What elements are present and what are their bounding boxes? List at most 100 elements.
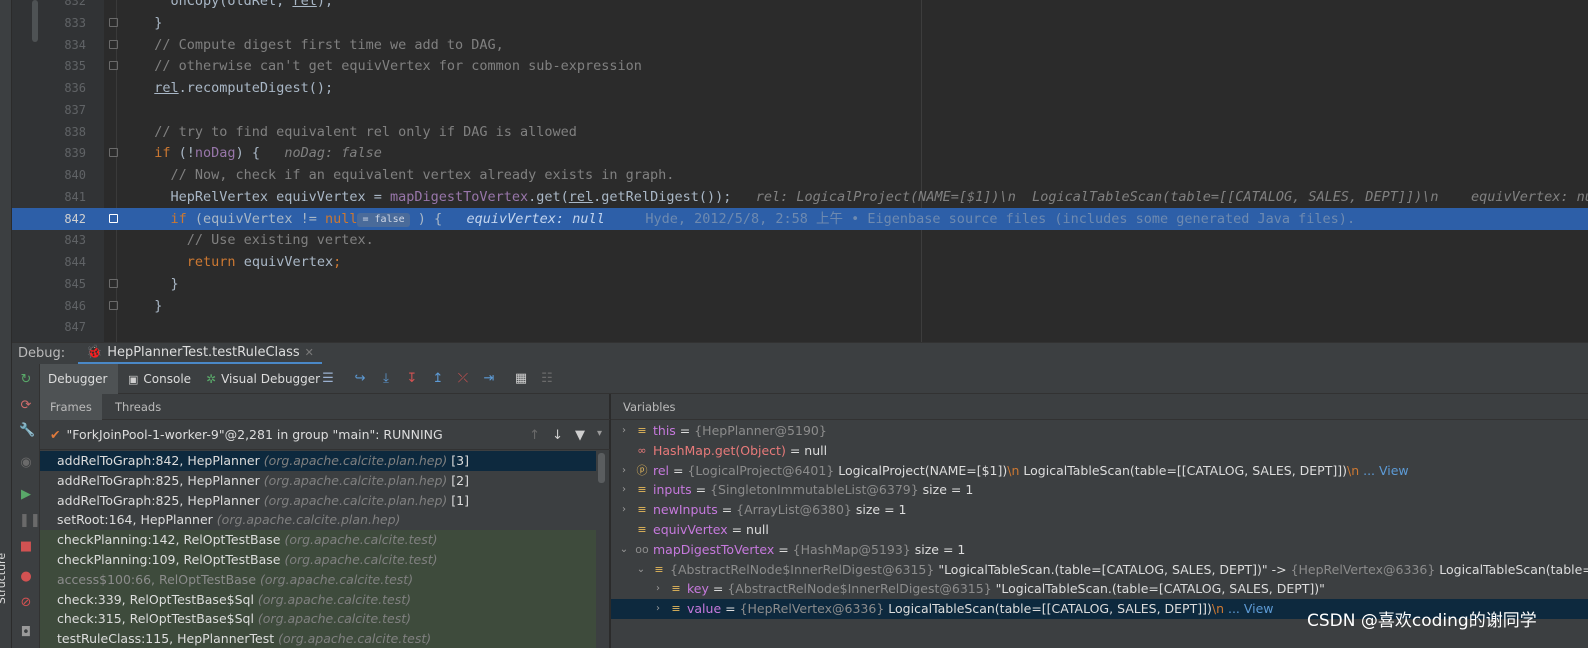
view-link[interactable]: ... View [1359, 463, 1409, 478]
fold-marker-icon[interactable] [109, 148, 118, 158]
stack-frame-row[interactable]: check:315, RelOptTestBase$Sql (org.apach… [40, 609, 596, 630]
line-number: 839 [64, 146, 86, 161]
expand-open-icon[interactable]: ⌄ [619, 540, 629, 560]
stop-icon[interactable]: ■ [19, 540, 33, 554]
stack-frame-row[interactable]: addRelToGraph:825, HepPlanner (org.apach… [40, 471, 596, 491]
line-number: 844 [64, 255, 86, 269]
line-number: 834 [64, 37, 86, 52]
stack-frame-row[interactable]: setRoot:164, HepPlanner (org.apache.calc… [40, 510, 596, 530]
expand-icon[interactable]: › [619, 461, 629, 481]
view-breakpoints-icon[interactable]: ● [19, 570, 33, 584]
variable-row[interactable]: ⌄ oo mapDigestToVertex = {HashMap@5193} si… [611, 540, 1588, 560]
rerun-failed-icon[interactable]: ⟳ [19, 399, 33, 413]
stack-frame-row[interactable]: checkPlanning:109, RelOptTestBase (org.a… [40, 549, 596, 570]
camera-icon[interactable]: ◘ [19, 626, 33, 640]
show-execution-point-icon[interactable]: ↪ [353, 372, 367, 386]
expand-icon[interactable]: › [653, 599, 663, 619]
step-into-icon[interactable]: ↧ [405, 372, 419, 386]
variable-row[interactable]: › ≡ inputs = {SingletonImmutableList@6379}… [611, 480, 1588, 500]
stack-frame-row[interactable]: testRuleClass:115, HepPlannerTest (org.a… [40, 629, 596, 648]
tab-visual-debugger[interactable]: ✲ Visual Debugger [198, 364, 328, 394]
stack-frame-row[interactable]: access$100:66, RelOptTestBase (org.apach… [40, 569, 596, 590]
wrench-icon[interactable]: 🔧 [19, 424, 35, 438]
code-token: return [186, 254, 236, 270]
fold-marker-icon[interactable] [109, 300, 118, 310]
variable-equals: = [717, 502, 737, 518]
fold-marker-icon[interactable] [109, 61, 118, 71]
code-token: noDag [194, 145, 236, 162]
tab-threads[interactable]: Threads [105, 394, 171, 420]
expand-icon[interactable]: › [619, 500, 629, 520]
code-line: 840 // Now, check if an equivalent verte… [12, 164, 1588, 186]
frames-scrollbar[interactable] [598, 453, 605, 483]
variable-type: {HepPlanner@5190} [694, 423, 827, 438]
variable-row[interactable]: › ⓟ rel = {LogicalProject@6401} LogicalPro… [611, 461, 1588, 481]
expand-icon[interactable]: › [619, 480, 629, 500]
chevron-down-icon[interactable]: ▾ [597, 428, 602, 443]
view-link[interactable]: ... View [1224, 601, 1274, 616]
variable-value: LogicalTableScan(table=[[CATALOG, SALES,… [1019, 462, 1347, 478]
debug-session-tab[interactable]: 🐞 HepPlannerTest.testRuleClass ✕ [78, 343, 322, 365]
close-icon[interactable]: ✕ [305, 346, 314, 359]
code-token: (! [170, 145, 195, 162]
variable-equals: = [691, 482, 711, 498]
tab-console-label: Console [143, 372, 192, 386]
code-text: // otherwise can't get equivVertex for c… [138, 55, 642, 77]
code-token: } [138, 14, 163, 31]
variable-text: inputs = {SingletonImmutableList@6379} s… [653, 480, 973, 500]
stack-frame-row[interactable]: check:339, RelOptTestBase$Sql (org.apach… [40, 589, 596, 610]
structure-tab[interactable]: Structure [0, 553, 8, 604]
fold-marker-icon[interactable] [109, 17, 118, 27]
resume-icon[interactable]: ▶ [19, 488, 33, 502]
tab-debugger[interactable]: Debugger [40, 364, 118, 394]
stack-frame-row[interactable]: checkPlanning:142, RelOptTestBase (org.a… [40, 530, 596, 550]
variable-row[interactable]: › ≡ key = {AbstractRelNode$InnerRelDigest@… [611, 579, 1588, 599]
watermark: CSDN @喜欢coding的谢同学 [1307, 611, 1537, 631]
thread-selector[interactable]: ✔ "ForkJoinPool-1-worker-9"@2,281 in gro… [40, 420, 610, 450]
filter-icon[interactable]: ▼ [575, 428, 585, 443]
rerun-icon[interactable]: ↻ [19, 373, 33, 387]
arrow-up-icon[interactable]: ↑ [529, 428, 540, 443]
stack-frame-row[interactable]: addRelToGraph:842, HepPlanner (org.apach… [40, 451, 596, 471]
expand-icon[interactable]: › [653, 579, 663, 599]
code-editor[interactable]: 832 onCopy(oldRel, rel); 833 } 834 // Comp… [12, 0, 1588, 342]
trace-icon[interactable]: ☷ [540, 372, 554, 386]
parameter-icon: ⓟ [636, 463, 648, 477]
expand-open-icon[interactable]: ⌄ [636, 560, 646, 580]
variable-equals: = [785, 442, 805, 458]
variable-name: inputs [653, 482, 692, 498]
variable-type: {ArrayList@6380} [736, 502, 852, 518]
fold-marker-icon[interactable] [109, 213, 118, 223]
pause-icon[interactable]: ❚❚ [19, 514, 41, 528]
evaluate-expression-icon[interactable]: ▦ [514, 372, 528, 386]
frame-package: (org.apache.calcite.plan.hep) [263, 492, 448, 508]
variable-row[interactable]: › ≡ this = {HepPlanner@5190} [611, 421, 1588, 441]
run-to-cursor-icon[interactable]: ⇥ [482, 372, 496, 386]
line-number: 845 [64, 276, 86, 291]
mute-breakpoints-icon[interactable]: ⊘ [19, 596, 33, 610]
variable-row[interactable]: ≡ equivVertex = null [611, 520, 1588, 540]
fold-marker-icon[interactable] [109, 278, 118, 288]
step-over-icon[interactable]: ⤓ [379, 372, 393, 386]
eye-icon[interactable]: ◉ [19, 456, 33, 470]
code-line: 841 HepRelVertex equivVertex = mapDigest… [12, 186, 1588, 208]
variable-row[interactable]: ⌄ ≡ {AbstractRelNode$InnerRelDigest@6315} … [611, 560, 1588, 580]
layout-menu-icon[interactable]: ☰ [321, 372, 335, 386]
arrow-down-icon[interactable]: ↓ [552, 428, 563, 443]
tab-console[interactable]: ▣ Console [120, 364, 199, 394]
code-token: .getRelDigest()); [593, 188, 756, 205]
frame-package: (org.apache.calcite.test) [257, 591, 411, 607]
stack-frame-row[interactable]: addRelToGraph:825, HepPlanner (org.apach… [40, 491, 596, 511]
code-token: ) { [409, 210, 467, 227]
fold-marker-icon[interactable] [109, 39, 118, 49]
drop-frame-icon[interactable]: ⤫ [456, 372, 470, 386]
code-text: if (equivVertex != null = false ) { equiv… [138, 208, 1355, 230]
tab-frames[interactable]: Frames [40, 394, 102, 420]
expand-icon[interactable]: › [619, 421, 629, 441]
step-out-icon[interactable]: ↥ [431, 372, 445, 386]
variable-row[interactable]: ∞ HashMap.get(Object) = null [611, 441, 1588, 461]
variable-text: HashMap.get(Object) = null [653, 441, 827, 461]
variable-row[interactable]: › ≡ newInputs = {ArrayList@6380} size = 1 [611, 500, 1588, 520]
console-icon: ▣ [128, 372, 139, 386]
